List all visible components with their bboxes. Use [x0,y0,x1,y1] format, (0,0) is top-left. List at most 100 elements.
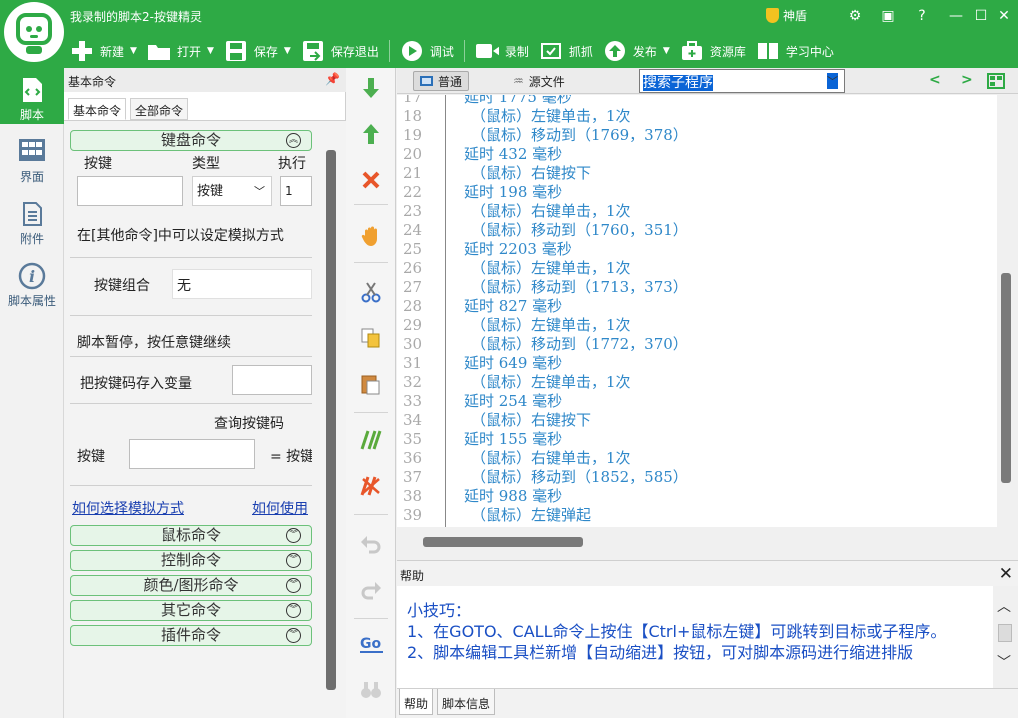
control-section-header[interactable]: 控制命令 ︾ [70,550,312,571]
type-select[interactable]: 按键 ﹀ [192,176,272,206]
code-line[interactable]: 34 （鼠标）右键按下 [397,411,997,430]
code-line[interactable]: 36 （鼠标）右键单击，1次 [397,449,997,468]
svg-text:i: i [29,267,35,286]
tab-script-info[interactable]: 脚本信息 [437,689,496,715]
code-line[interactable]: 20 延时 432 毫秒 [397,145,997,164]
tab-normal-view[interactable]: 普通 [413,71,470,91]
query-key-input[interactable] [129,439,255,469]
capture-button[interactable]: 抓抓 [539,37,593,65]
scroll-thumb[interactable] [1001,273,1011,483]
keyboard-section-header[interactable]: 键盘命令 ︽ [70,130,312,151]
editor-vertical-scrollbar[interactable] [997,95,1018,527]
code-line[interactable]: 24 （鼠标）移动到（1760，351） [397,221,997,240]
paste-icon[interactable] [359,372,383,396]
pin-icon[interactable]: 📌 [325,72,340,86]
redo-icon[interactable] [359,578,383,602]
help-content: 小技巧： 1、在GOTO、CALL命令上按住【Ctrl+鼠标左键】可跳转到目标或… [397,586,993,688]
minimize-icon[interactable]: — [942,4,970,28]
scroll-up-icon[interactable]: ︿ [997,596,1011,616]
editor-horizontal-scrollbar[interactable] [397,527,997,557]
code-line[interactable]: 38 延时 988 毫秒 [397,487,997,506]
link-choose-sim[interactable]: 如何选择模拟方式 [72,498,184,518]
find-icon[interactable] [359,678,383,702]
line-number: 35 [403,430,423,448]
shield-button[interactable]: 神盾 [766,7,807,24]
resource-button[interactable]: 资源库 [680,37,746,65]
goto-icon[interactable]: Go [359,632,385,656]
code-line[interactable]: 32 （鼠标）左键单击，1次 [397,373,997,392]
help-scrollbar[interactable]: ︿ ﹀ [993,586,1018,688]
code-line[interactable]: 37 （鼠标）移动到（1852，585） [397,468,997,487]
tab-all-commands[interactable]: 全部命令 [130,98,189,120]
save-button[interactable]: 保存 ▼ [224,37,291,65]
settings-icon[interactable]: ⚙ [841,4,869,28]
code-line[interactable]: 18 （鼠标）左键单击，1次 [397,107,997,126]
undo-icon[interactable] [359,532,383,556]
code-line[interactable]: 26 （鼠标）左键单击，1次 [397,259,997,278]
code-line[interactable]: 25 延时 2203 毫秒 [397,240,997,259]
skin-icon[interactable]: ▣ [874,4,902,28]
code-line[interactable]: 29 （鼠标）左键单击，1次 [397,316,997,335]
hand-icon[interactable] [359,224,383,248]
next-arrow-icon[interactable]: > [961,72,973,88]
tab-source-view[interactable]: ♒ 源文件 [507,71,571,91]
nav-ui[interactable]: 界面 [0,130,64,186]
scroll-thumb[interactable] [423,537,583,547]
code-line[interactable]: 21 （鼠标）右键按下 [397,164,997,183]
code-line[interactable]: 19 （鼠标）移动到（1769，378） [397,126,997,145]
store-var-input[interactable] [232,365,312,395]
learn-button[interactable]: 学习中心 [756,37,834,65]
code-line[interactable]: 22 延时 198 毫秒 [397,183,997,202]
publish-button[interactable]: 发布 ▼ [603,37,670,65]
scroll-thumb[interactable] [998,624,1012,642]
other-section-header[interactable]: 其它命令 ︾ [70,600,312,621]
open-button[interactable]: 打开 ▼ [147,37,214,65]
link-how-use[interactable]: 如何使用 [252,498,312,518]
scroll-down-icon[interactable]: ﹀ [997,652,1011,672]
close-window-icon[interactable]: ✕ [990,4,1018,28]
exec-count-input[interactable]: 1 [280,176,312,206]
uncomment-icon[interactable] [359,474,383,498]
command-scrollbar[interactable] [326,150,336,690]
prev-arrow-icon[interactable]: < [929,72,941,88]
mouse-section-header[interactable]: 鼠标命令 ︾ [70,525,312,546]
combo-input[interactable]: 无 [172,269,312,299]
copy-icon[interactable] [359,326,383,350]
code-text: 延时 432 毫秒 [464,145,563,163]
cut-icon[interactable] [359,280,383,304]
pause-text: 脚本暂停，按任意键继续 [77,335,231,351]
color-section-header[interactable]: 颜色/图形命令 ︾ [70,575,312,596]
move-down-icon[interactable] [359,76,383,100]
comment-icon[interactable] [359,428,383,452]
script-icon [18,76,46,104]
code-line[interactable]: 39 （鼠标）左键弹起 [397,506,997,525]
new-button[interactable]: 新建 ▼ [70,37,137,65]
plugin-section-header[interactable]: 插件命令 ︾ [70,625,312,646]
left-nav: 脚本 界面 附件 i 脚本属性 [0,68,64,718]
code-line[interactable]: 35 延时 155 毫秒 [397,430,997,449]
code-line[interactable]: 23 （鼠标）右键单击，1次 [397,202,997,221]
delete-icon[interactable] [359,168,383,192]
nav-properties[interactable]: i 脚本属性 [0,254,64,310]
debug-button[interactable]: 调试 [400,37,454,65]
search-subroutine-select[interactable]: 搜索子程序 ﹀ [639,69,845,93]
code-line[interactable]: 17 延时 1775 毫秒 [397,95,997,107]
save-exit-button[interactable]: 保存退出 [301,37,379,65]
nav-script[interactable]: 脚本 [0,68,64,124]
code-line[interactable]: 30 （鼠标）移动到（1772，370） [397,335,997,354]
key-input[interactable] [77,176,183,206]
layout-icon[interactable] [987,73,1005,93]
move-up-icon[interactable] [359,122,383,146]
tab-basic-commands[interactable]: 基本命令 [68,98,127,120]
nav-attachment[interactable]: 附件 [0,192,64,248]
code-line[interactable]: 33 延时 254 毫秒 [397,392,997,411]
close-icon[interactable]: ✕ [999,564,1013,584]
code-line[interactable]: 27 （鼠标）移动到（1713，373） [397,278,997,297]
code-line[interactable]: 31 延时 649 毫秒 [397,354,997,373]
script-editor[interactable]: 17 延时 1775 毫秒 18 （鼠标）左键单击，1次 19 （鼠标）移动到（1769，… [397,95,997,527]
help-icon[interactable]: ? [908,4,936,28]
code-line[interactable]: 28 延时 827 毫秒 [397,297,997,316]
tab-help[interactable]: 帮助 [399,689,434,715]
record-button[interactable]: 录制 [475,37,529,65]
code-text: （鼠标）移动到（1852，585） [471,468,688,486]
